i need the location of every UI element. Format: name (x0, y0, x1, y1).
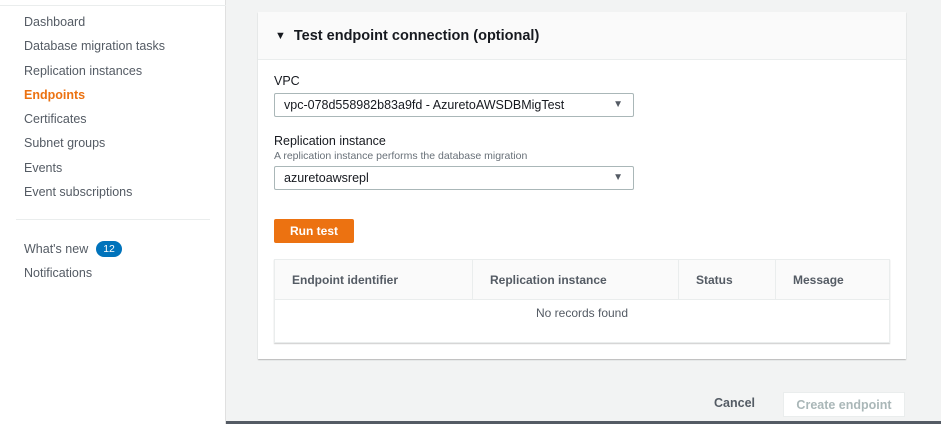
divider (0, 5, 226, 6)
vpc-value: vpc-078d558982b83a9fd - AzuretoAWSDBMigT… (284, 98, 565, 112)
empty-message: No records found (535, 306, 629, 320)
sidebar-item-database-migration-tasks[interactable]: Database migration tasks (24, 39, 165, 53)
replication-instance-label: Replication instance (274, 134, 386, 148)
sidebar-item-notifications[interactable]: Notifications (24, 266, 92, 280)
sidebar-item-dashboard[interactable]: Dashboard (24, 15, 85, 29)
caret-down-icon: ▼ (275, 29, 286, 42)
whats-new-label: What's new (24, 242, 89, 256)
run-test-button[interactable]: Run test (274, 219, 354, 243)
results-table: Endpoint identifier Replication instance… (274, 259, 890, 343)
column-header-endpoint-identifier[interactable]: Endpoint identifier (275, 260, 472, 300)
panel-header[interactable]: ▼ Test endpoint connection (optional) (258, 12, 906, 60)
replication-instance-select[interactable]: azuretoawsrepl ▼ (274, 166, 634, 190)
divider (16, 219, 210, 220)
table-header: Endpoint identifier Replication instance… (275, 260, 889, 300)
vpc-select[interactable]: vpc-078d558982b83a9fd - AzuretoAWSDBMigT… (274, 93, 634, 117)
sidebar-item-events[interactable]: Events (24, 161, 62, 175)
column-header-replication-instance[interactable]: Replication instance (472, 260, 678, 300)
sidebar-item-endpoints[interactable]: Endpoints (24, 88, 85, 102)
sidebar-item-certificates[interactable]: Certificates (24, 112, 87, 126)
sidebar-item-event-subscriptions[interactable]: Event subscriptions (24, 185, 132, 199)
sidebar-item-whats-new[interactable]: What's new 12 (24, 241, 122, 257)
sidebar: Dashboard Database migration tasks Repli… (0, 0, 226, 424)
column-header-message[interactable]: Message (775, 260, 889, 300)
count-badge: 12 (96, 241, 122, 257)
sidebar-item-subnet-groups[interactable]: Subnet groups (24, 136, 105, 150)
replication-instance-value: azuretoawsrepl (284, 171, 369, 185)
replication-instance-description: A replication instance performs the data… (274, 150, 528, 162)
panel-title: Test endpoint connection (optional) (293, 27, 540, 44)
dropdown-arrow-icon: ▼ (613, 99, 623, 110)
dropdown-arrow-icon: ▼ (613, 172, 623, 183)
test-endpoint-panel: ▼ Test endpoint connection (optional) VPC… (258, 12, 906, 359)
sidebar-item-replication-instances[interactable]: Replication instances (24, 64, 142, 78)
create-endpoint-button[interactable]: Create endpoint (783, 392, 905, 417)
vpc-label: VPC (274, 74, 300, 88)
column-header-status[interactable]: Status (678, 260, 775, 300)
cancel-button[interactable]: Cancel (714, 396, 755, 410)
